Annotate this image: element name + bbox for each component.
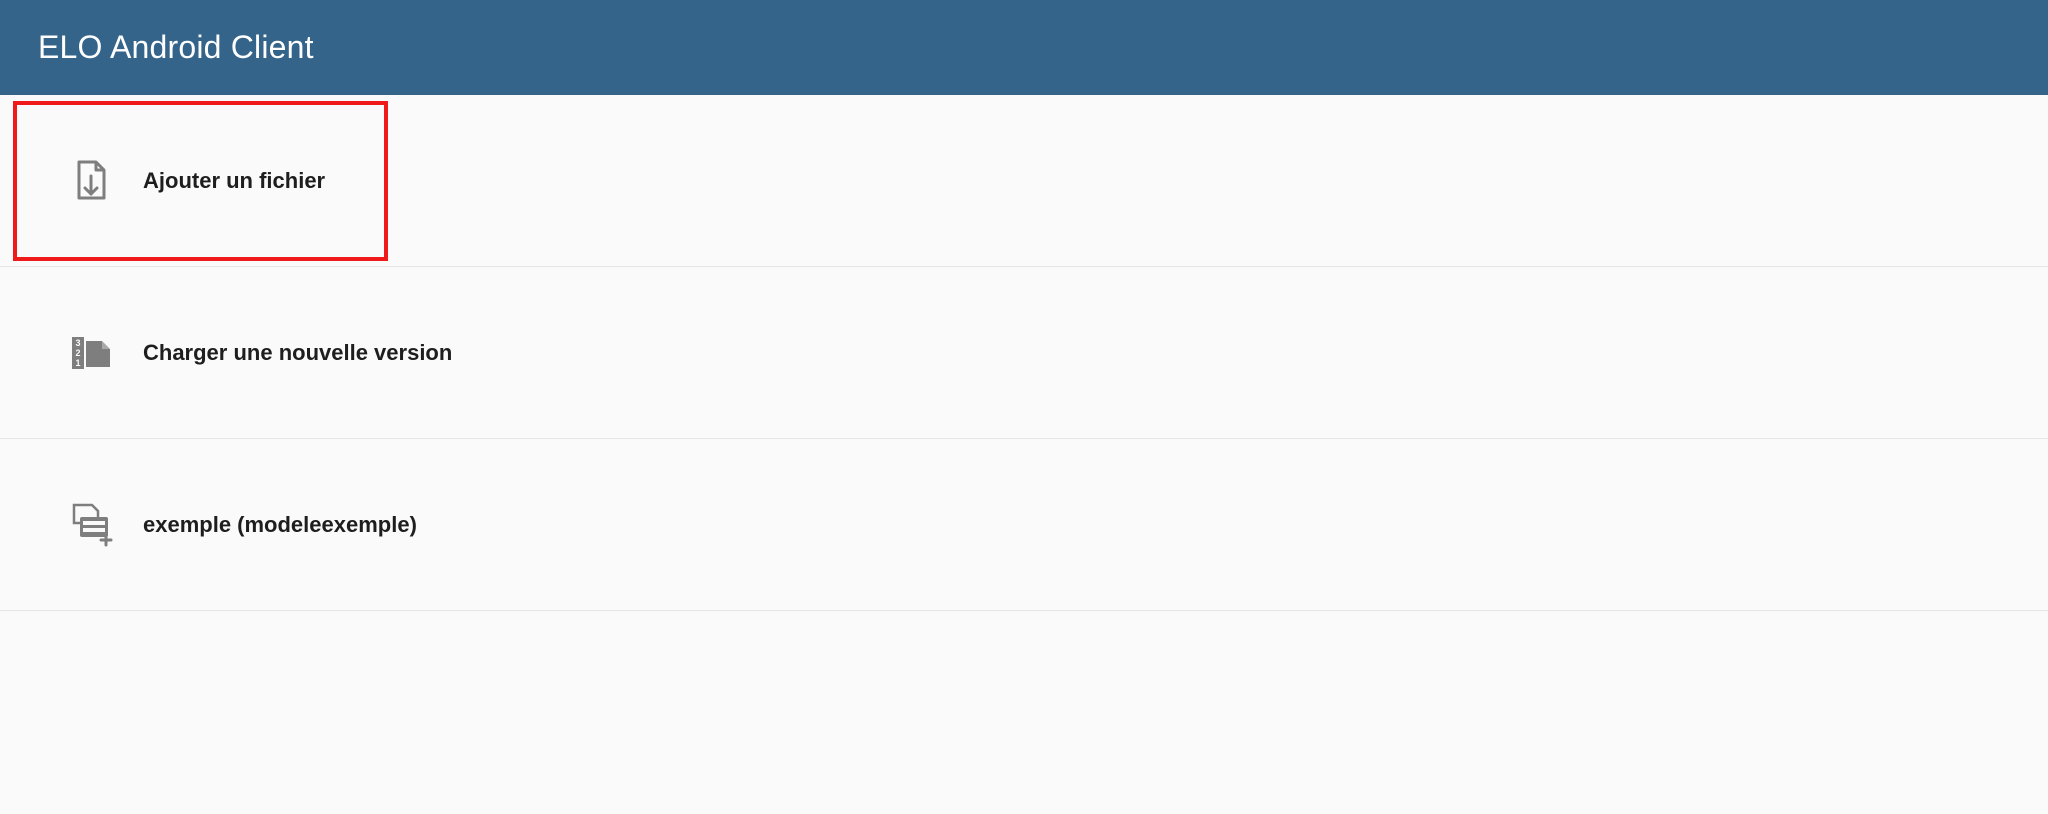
appbar: ELO Android Client — [0, 0, 2048, 95]
list-item-label: exemple (modeleexemple) — [143, 512, 417, 538]
svg-text:3: 3 — [75, 338, 80, 348]
appbar-title: ELO Android Client — [38, 29, 314, 66]
list-item-label: Ajouter un fichier — [143, 168, 325, 194]
file-download-icon — [67, 157, 115, 205]
file-versions-icon: 3 2 1 — [67, 329, 115, 377]
list-item-template-example[interactable]: exemple (modeleexemple) — [0, 439, 2048, 611]
svg-text:1: 1 — [75, 358, 80, 368]
action-list: Ajouter un fichier 3 2 1 Charger une nou… — [0, 95, 2048, 611]
list-item-label: Charger une nouvelle version — [143, 340, 452, 366]
list-item-add-file[interactable]: Ajouter un fichier — [0, 95, 2048, 267]
list-item-load-version[interactable]: 3 2 1 Charger une nouvelle version — [0, 267, 2048, 439]
svg-text:2: 2 — [75, 348, 80, 358]
form-add-icon — [67, 501, 115, 549]
